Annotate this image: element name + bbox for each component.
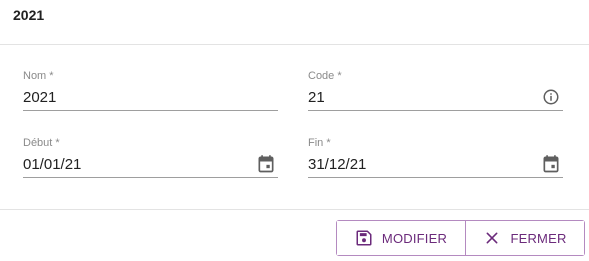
debut-label-text: Début [23, 137, 53, 149]
nom-label-text: Nom [23, 70, 47, 82]
debut-field: Début * [23, 137, 278, 181]
code-field: Code * [308, 70, 563, 114]
action-button-group: MODIFIER FERMER [336, 220, 585, 256]
nom-required-mark: * [49, 70, 54, 82]
close-button[interactable]: FERMER [466, 221, 584, 255]
debut-underline [23, 177, 278, 178]
code-required-mark: * [337, 70, 342, 82]
modify-button-label: MODIFIER [381, 230, 448, 246]
fin-field: Fin * [308, 137, 563, 181]
fin-required-mark: * [326, 137, 331, 149]
code-label: Code * [308, 70, 342, 82]
debut-label: Début * [23, 137, 60, 149]
fin-input[interactable] [308, 153, 533, 175]
save-icon [355, 229, 373, 247]
nom-field: Nom * [23, 70, 278, 114]
nom-underline [23, 110, 278, 111]
debut-input[interactable] [23, 153, 248, 175]
close-button-label: FERMER [510, 230, 567, 246]
nom-input[interactable] [23, 86, 248, 108]
dialog: 2021 Nom * Code * Début * [0, 0, 589, 261]
calendar-icon[interactable] [255, 153, 277, 175]
modify-button[interactable]: MODIFIER [337, 221, 466, 255]
close-icon [483, 229, 501, 247]
fin-label-text: Fin [308, 137, 324, 149]
code-underline [308, 110, 563, 111]
footer-divider [0, 209, 589, 210]
code-label-text: Code [308, 70, 335, 82]
calendar-icon[interactable] [540, 153, 562, 175]
header-divider [0, 44, 589, 45]
info-icon[interactable] [540, 86, 562, 108]
fin-label: Fin * [308, 137, 331, 149]
dialog-title: 2021 [13, 7, 45, 23]
nom-label: Nom * [23, 70, 54, 82]
debut-required-mark: * [55, 137, 60, 149]
code-input[interactable] [308, 86, 533, 108]
fin-underline [308, 177, 563, 178]
